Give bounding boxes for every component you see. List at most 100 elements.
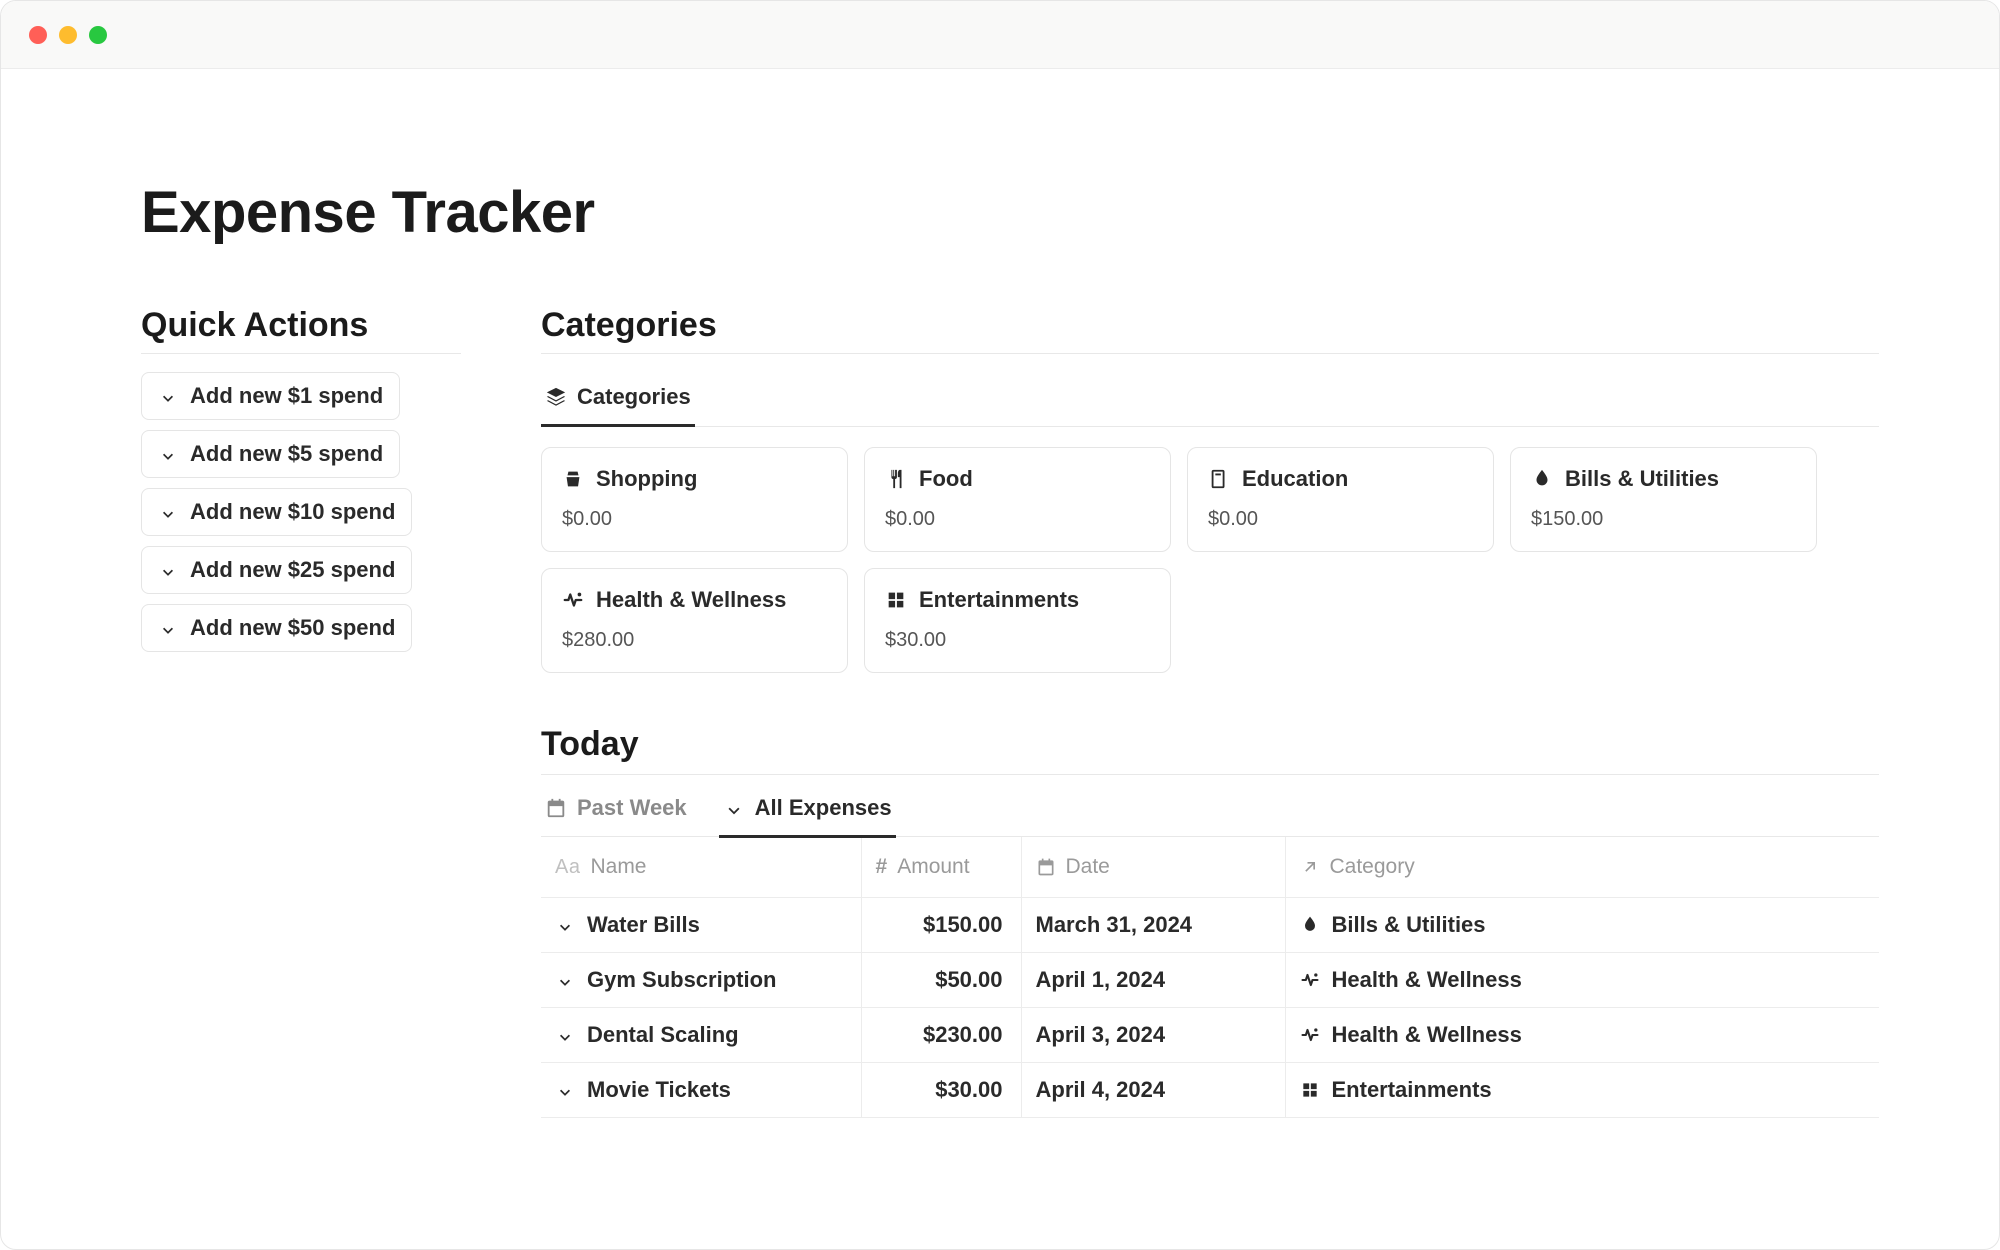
tab-label: Categories — [577, 384, 691, 410]
main-columns: Quick Actions Add new $1 spend Add new $5… — [141, 306, 1879, 1118]
category-name: Entertainments — [1332, 1077, 1492, 1103]
tab-all-expenses[interactable]: All Expenses — [719, 783, 896, 838]
cell-category: Health & Wellness — [1285, 1008, 1879, 1063]
category-card[interactable]: Education$0.00 — [1187, 447, 1494, 552]
calendar-icon — [1036, 857, 1056, 877]
category-card[interactable]: Food $0.00 — [864, 447, 1171, 552]
categories-tab[interactable]: Categories — [541, 372, 695, 427]
quick-action-button[interactable]: Add new $5 spend — [141, 430, 400, 478]
down-arrow-icon — [158, 560, 178, 580]
tab-past-week[interactable]: Past Week — [541, 783, 691, 838]
col-label: Date — [1066, 855, 1110, 879]
maximize-window-icon[interactable] — [89, 26, 107, 44]
layers-icon — [545, 386, 567, 408]
cell-name: Gym Subscription — [541, 953, 861, 1008]
down-arrow-icon — [158, 502, 178, 522]
card-amount: $280.00 — [562, 629, 827, 652]
cell-date: April 4, 2024 — [1021, 1063, 1285, 1118]
down-arrow-icon — [158, 386, 178, 406]
table-row[interactable]: Dental Scaling$230.00April 3, 2024 Health… — [541, 1008, 1879, 1063]
quick-action-button[interactable]: Add new $10 spend — [141, 488, 412, 536]
down-arrow-icon — [723, 797, 745, 819]
category-card[interactable]: Entertainments $30.00 — [864, 568, 1171, 673]
category-card[interactable]: Shopping $0.00 — [541, 447, 848, 552]
arrow-up-right-icon — [1300, 857, 1320, 877]
expense-name: Water Bills — [587, 912, 700, 938]
tab-label: Past Week — [577, 795, 687, 821]
card-name: Bills & Utilities — [1565, 466, 1719, 492]
right-column: Categories Categories Shopping$0.00Food$… — [541, 306, 1879, 1118]
quick-actions-column: Quick Actions Add new $1 spend Add new $5… — [141, 306, 461, 1118]
cell-amount: $30.00 — [861, 1063, 1021, 1118]
card-name: Food — [919, 466, 973, 492]
cell-amount: $150.00 — [861, 898, 1021, 953]
entertainment-icon — [885, 589, 907, 611]
content: Expense Tracker Quick Actions Add new $1… — [1, 69, 1999, 1249]
titlebar — [1, 1, 1999, 69]
column-header-date[interactable]: Date — [1021, 837, 1285, 898]
quick-actions-heading: Quick Actions — [141, 306, 461, 353]
category-name: Bills & Utilities — [1332, 912, 1486, 938]
card-title: Food — [885, 466, 1150, 492]
quick-action-label: Add new $5 spend — [190, 441, 383, 467]
cell-amount: $230.00 — [861, 1008, 1021, 1063]
entertainment-icon — [1300, 1080, 1320, 1100]
hash-icon — [876, 855, 888, 879]
close-window-icon[interactable] — [29, 26, 47, 44]
column-header-name[interactable]: Name — [541, 837, 861, 898]
health-icon — [1300, 970, 1320, 990]
card-amount: $0.00 — [562, 508, 827, 531]
window: Expense Tracker Quick Actions Add new $1… — [0, 0, 2000, 1250]
health-icon — [1300, 1025, 1320, 1045]
card-title: Education — [1208, 466, 1473, 492]
category-card[interactable]: Bills & Utilities$150.00 — [1510, 447, 1817, 552]
expense-name: Gym Subscription — [587, 967, 776, 993]
quick-actions-list: Add new $1 spend Add new $5 spend Add new … — [141, 372, 461, 652]
category-name: Health & Wellness — [1332, 1022, 1522, 1048]
column-header-amount[interactable]: Amount — [861, 837, 1021, 898]
today-heading: Today — [541, 725, 1879, 764]
quick-action-button[interactable]: Add new $25 spend — [141, 546, 412, 594]
col-label: Category — [1330, 855, 1415, 879]
today-tabs-row: Past Week All Expenses — [541, 783, 1879, 838]
card-amount: $30.00 — [885, 629, 1150, 652]
col-label: Amount — [897, 855, 969, 879]
page-title: Expense Tracker — [141, 179, 1879, 246]
cell-category: Entertainments — [1285, 1063, 1879, 1118]
shopping-icon — [562, 468, 584, 490]
card-amount: $0.00 — [885, 508, 1150, 531]
divider — [141, 353, 461, 354]
card-name: Health & Wellness — [596, 587, 786, 613]
column-header-category[interactable]: Category — [1285, 837, 1879, 898]
down-arrow-icon — [555, 915, 575, 935]
table-row[interactable]: Movie Tickets $30.00April 4, 2024 Entertai… — [541, 1063, 1879, 1118]
down-arrow-icon — [555, 970, 575, 990]
table-row[interactable]: Gym Subscription$50.00April 1, 2024Healt… — [541, 953, 1879, 1008]
cell-category: Bills & Utilities — [1285, 898, 1879, 953]
cell-date: April 3, 2024 — [1021, 1008, 1285, 1063]
down-arrow-icon — [158, 444, 178, 464]
divider — [541, 353, 1879, 354]
card-name: Entertainments — [919, 587, 1079, 613]
minimize-window-icon[interactable] — [59, 26, 77, 44]
down-arrow-icon — [555, 1080, 575, 1100]
card-title: Shopping — [562, 466, 827, 492]
card-title: Entertainments — [885, 587, 1150, 613]
cell-name: Dental Scaling — [541, 1008, 861, 1063]
cell-category: Health & Wellness — [1285, 953, 1879, 1008]
card-title: Bills & Utilities — [1531, 466, 1796, 492]
col-label: Name — [590, 855, 646, 879]
quick-action-button[interactable]: Add new $50 spend — [141, 604, 412, 652]
divider — [541, 774, 1879, 775]
expense-name: Movie Tickets — [587, 1077, 731, 1103]
cell-name: Movie Tickets — [541, 1063, 861, 1118]
cell-name: Water Bills — [541, 898, 861, 953]
table-row[interactable]: Water Bills$150.00March 31, 2024Bills & … — [541, 898, 1879, 953]
category-card[interactable]: Health & Wellness $280.00 — [541, 568, 848, 673]
traffic-lights — [29, 26, 107, 44]
education-icon — [1208, 468, 1230, 490]
health-icon — [562, 589, 584, 611]
tab-label: All Expenses — [755, 795, 892, 821]
quick-action-button[interactable]: Add new $1 spend — [141, 372, 400, 420]
cell-date: April 1, 2024 — [1021, 953, 1285, 1008]
